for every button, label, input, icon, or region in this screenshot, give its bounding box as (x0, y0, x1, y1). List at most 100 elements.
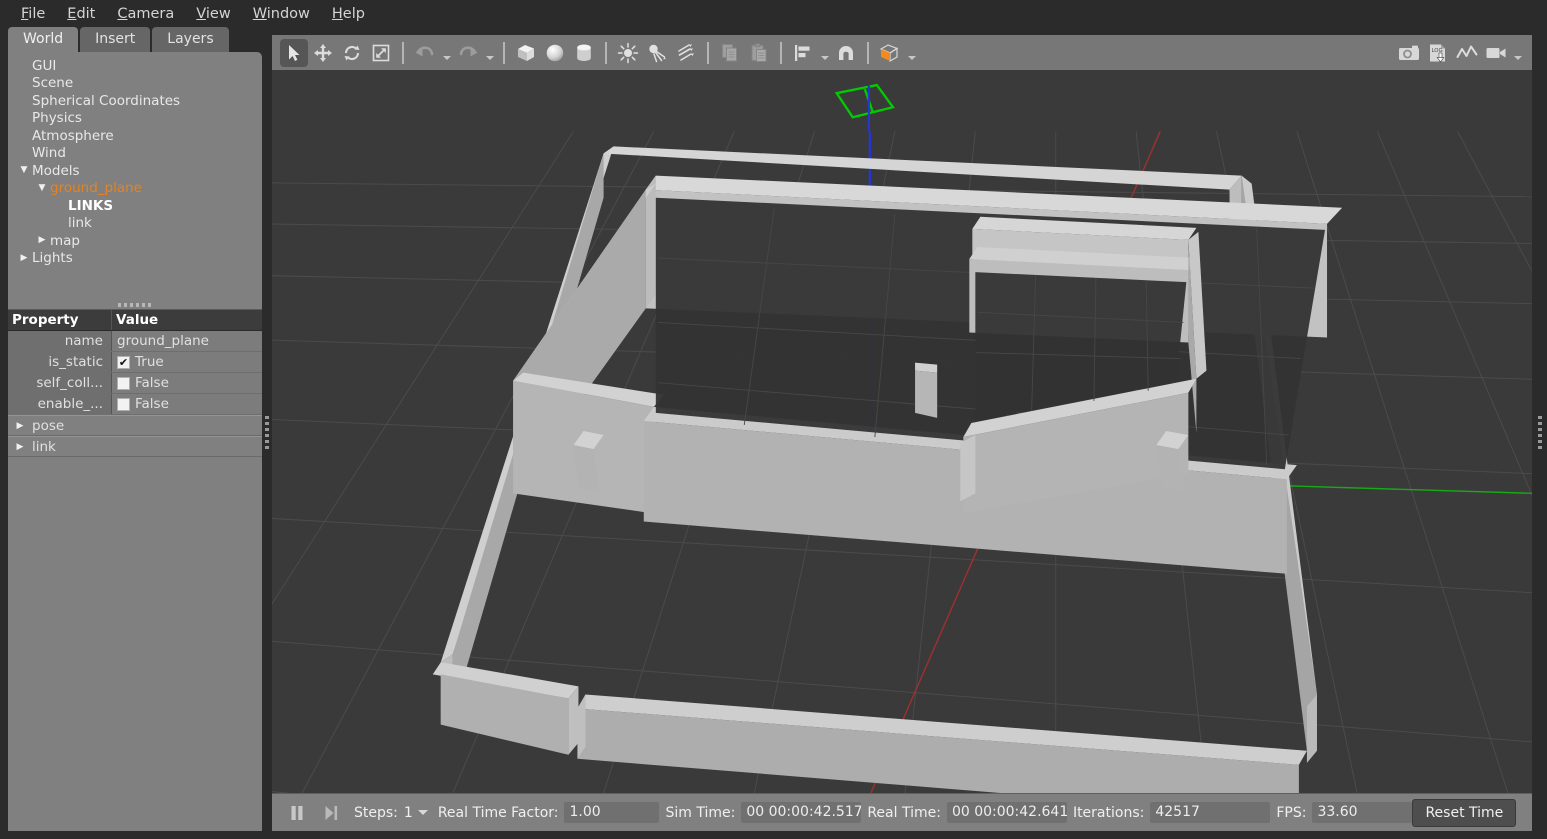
translate-mode-button[interactable] (309, 39, 337, 67)
paste-icon (751, 42, 767, 62)
view-angle-dropdown-arrow[interactable] (905, 39, 918, 67)
property-table-header: Property Value (8, 310, 262, 331)
paste-button[interactable] (745, 39, 773, 67)
sim-time-label: Sim Time: (665, 804, 736, 821)
screenshot-button[interactable] (1395, 39, 1423, 67)
tree-item-physics[interactable]: ▶Physics (8, 110, 262, 128)
render-viewport[interactable] (272, 71, 1532, 793)
property-value-text: True (135, 354, 164, 370)
menu-label-rest: amera (127, 5, 175, 22)
scale-mode-button[interactable] (367, 39, 395, 67)
redo-button[interactable] (454, 39, 482, 67)
property-group-link[interactable]: ▶ link (8, 436, 262, 457)
chevron-right-icon[interactable]: ▶ (34, 236, 50, 245)
property-value[interactable]: ground_plane (112, 331, 262, 351)
tab-layers[interactable]: Layers (152, 27, 229, 52)
align-dropdown-arrow[interactable] (818, 39, 831, 67)
checkbox-unchecked-icon[interactable] (117, 397, 130, 411)
render-toolbar: LOG (272, 35, 1532, 71)
chevron-down-icon[interactable]: ▼ (16, 166, 32, 175)
left-panel-splitter[interactable] (262, 27, 272, 839)
tree-item-scene[interactable]: ▶Scene (8, 75, 262, 93)
sim-time-field[interactable]: 00 00:00:42.517 (741, 802, 862, 823)
tree-item-links[interactable]: ▶LINKS (8, 197, 262, 215)
insert-box-button[interactable] (512, 39, 540, 67)
tree-item-gui[interactable]: ▶GUI (8, 57, 262, 75)
chevron-down-icon[interactable]: ▼ (34, 183, 50, 193)
undo-dropdown-arrow[interactable] (440, 39, 453, 67)
checkbox-unchecked-icon[interactable] (117, 376, 130, 390)
step-button[interactable] (314, 799, 348, 827)
insert-sphere-button[interactable] (541, 39, 569, 67)
property-row[interactable]: enable_... False (8, 394, 262, 415)
tree-item-ground-plane[interactable]: ▼ ground_plane (8, 180, 262, 198)
reset-time-button[interactable]: Reset Time (1412, 798, 1517, 827)
tree-item-lights[interactable]: ▶ Lights (8, 250, 262, 268)
video-record-button[interactable] (1482, 39, 1510, 67)
tree-item-label: Scene (32, 75, 74, 92)
align-button[interactable] (789, 39, 817, 67)
insert-spot-light-button[interactable] (643, 39, 671, 67)
panel-splitter-horizontal[interactable] (8, 301, 262, 309)
insert-directional-light-button[interactable] (672, 39, 700, 67)
property-group-label: link (32, 438, 56, 455)
insert-point-light-button[interactable] (614, 39, 642, 67)
tree-item-atmosphere[interactable]: ▶Atmosphere (8, 127, 262, 145)
menu-camera[interactable]: Camera (106, 4, 185, 24)
align-icon (795, 44, 810, 61)
tree-item-wind[interactable]: ▶Wind (8, 145, 262, 163)
menu-label-rest: elp (342, 5, 365, 22)
plot-button[interactable] (1453, 39, 1481, 67)
tree-item-label: link (68, 215, 92, 232)
fps-field[interactable]: 33.60 (1312, 802, 1413, 823)
chevron-right-icon[interactable]: ▶ (8, 442, 32, 452)
menu-view[interactable]: View (185, 4, 241, 24)
log-download-icon: LOG (1430, 44, 1445, 63)
property-row[interactable]: name ground_plane (8, 331, 262, 352)
tree-item-link[interactable]: ▶link (8, 215, 262, 233)
chevron-right-icon[interactable]: ▶ (16, 253, 32, 263)
log-record-button[interactable]: LOG (1424, 39, 1452, 67)
property-group-pose[interactable]: ▶ pose (8, 415, 262, 436)
panel-empty-area (8, 457, 262, 831)
property-value[interactable]: False (112, 394, 262, 414)
copy-button[interactable] (716, 39, 744, 67)
tab-world[interactable]: World (8, 27, 79, 52)
menu-edit[interactable]: Edit (56, 4, 106, 24)
checkbox-checked-icon[interactable]: ✔ (117, 355, 130, 369)
menu-label-rest: indow (266, 5, 310, 22)
tree-item-map[interactable]: ▶ map (8, 232, 262, 250)
splitter-grip-icon (1537, 416, 1542, 450)
menu-help[interactable]: Help (321, 4, 376, 24)
select-mode-button[interactable] (280, 38, 308, 67)
menu-label-rest: dit (76, 5, 96, 22)
menu-window[interactable]: Window (242, 4, 321, 24)
rotate-mode-button[interactable] (338, 39, 366, 67)
point-light-icon (617, 42, 639, 63)
tree-item-label: Physics (32, 110, 82, 127)
property-value[interactable]: ✔ True (112, 352, 262, 372)
tree-item-label: Spherical Coordinates (32, 92, 181, 109)
left-panel-tabs: World Insert Layers (8, 27, 262, 52)
iterations-field[interactable]: 42517 (1150, 802, 1271, 823)
steps-dropdown-arrow[interactable] (417, 810, 428, 815)
property-value[interactable]: False (112, 373, 262, 393)
redo-dropdown-arrow[interactable] (483, 39, 496, 67)
tree-item-models[interactable]: ▼ Models (8, 162, 262, 180)
snap-button[interactable] (832, 39, 860, 67)
video-record-dropdown-arrow[interactable] (1511, 39, 1524, 67)
undo-button[interactable] (411, 39, 439, 67)
menu-file[interactable]: File (10, 4, 56, 24)
real-time-field[interactable]: 00 00:00:42.641 (946, 802, 1067, 823)
right-panel-splitter[interactable] (1532, 27, 1547, 839)
pause-button[interactable] (280, 799, 314, 827)
property-row[interactable]: self_coll... False (8, 373, 262, 394)
view-angle-button[interactable] (876, 39, 904, 67)
property-row[interactable]: is_static ✔ True (8, 352, 262, 373)
chevron-right-icon[interactable]: ▶ (8, 421, 32, 431)
chevron-down-icon (442, 55, 451, 60)
tree-item-spherical-coordinates[interactable]: ▶Spherical Coordinates (8, 92, 262, 110)
insert-cylinder-button[interactable] (570, 39, 598, 67)
real-time-factor-field[interactable]: 1.00 (564, 802, 660, 823)
tab-insert[interactable]: Insert (80, 27, 151, 52)
